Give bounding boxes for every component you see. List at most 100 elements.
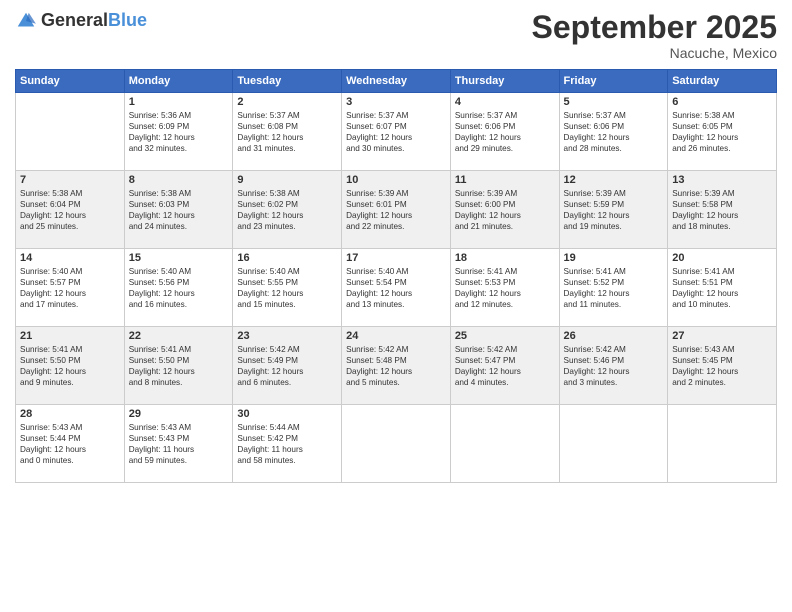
- day-number: 24: [346, 330, 446, 342]
- calendar-cell: 21 Sunrise: 5:41 AM Sunset: 5:50 PM Dayli…: [16, 327, 125, 405]
- header-day: Friday: [559, 70, 668, 93]
- day-info: Sunrise: 5:40 AM Sunset: 5:56 PM Dayligh…: [129, 266, 229, 310]
- calendar-cell: 16 Sunrise: 5:40 AM Sunset: 5:55 PM Dayli…: [233, 249, 342, 327]
- day-number: 18: [455, 252, 555, 264]
- day-info: Sunrise: 5:43 AM Sunset: 5:43 PM Dayligh…: [129, 422, 229, 466]
- header-day: Monday: [124, 70, 233, 93]
- day-info: Sunrise: 5:39 AM Sunset: 6:00 PM Dayligh…: [455, 188, 555, 232]
- day-info: Sunrise: 5:38 AM Sunset: 6:05 PM Dayligh…: [672, 110, 772, 154]
- day-number: 14: [20, 252, 120, 264]
- location: Nacuche, Mexico: [532, 45, 777, 61]
- day-info: Sunrise: 5:39 AM Sunset: 5:58 PM Dayligh…: [672, 188, 772, 232]
- day-number: 1: [129, 96, 229, 108]
- day-info: Sunrise: 5:39 AM Sunset: 6:01 PM Dayligh…: [346, 188, 446, 232]
- day-number: 7: [20, 174, 120, 186]
- day-number: 21: [20, 330, 120, 342]
- calendar-cell: 27 Sunrise: 5:43 AM Sunset: 5:45 PM Dayli…: [668, 327, 777, 405]
- calendar-cell: 25 Sunrise: 5:42 AM Sunset: 5:47 PM Dayli…: [450, 327, 559, 405]
- day-info: Sunrise: 5:38 AM Sunset: 6:04 PM Dayligh…: [20, 188, 120, 232]
- day-number: 15: [129, 252, 229, 264]
- calendar-cell: 12 Sunrise: 5:39 AM Sunset: 5:59 PM Dayli…: [559, 171, 668, 249]
- calendar-cell: 5 Sunrise: 5:37 AM Sunset: 6:06 PM Daylig…: [559, 93, 668, 171]
- calendar-cell: 20 Sunrise: 5:41 AM Sunset: 5:51 PM Dayli…: [668, 249, 777, 327]
- day-info: Sunrise: 5:41 AM Sunset: 5:51 PM Dayligh…: [672, 266, 772, 310]
- day-number: 19: [564, 252, 664, 264]
- header-day: Wednesday: [342, 70, 451, 93]
- day-info: Sunrise: 5:43 AM Sunset: 5:44 PM Dayligh…: [20, 422, 120, 466]
- day-number: 23: [237, 330, 337, 342]
- day-info: Sunrise: 5:42 AM Sunset: 5:47 PM Dayligh…: [455, 344, 555, 388]
- calendar-cell: 19 Sunrise: 5:41 AM Sunset: 5:52 PM Dayli…: [559, 249, 668, 327]
- day-number: 27: [672, 330, 772, 342]
- calendar-cell: 6Sunrise: 5:38 AM Sunset: 6:05 PM Daylig…: [668, 93, 777, 171]
- day-number: 5: [564, 96, 664, 108]
- calendar-cell: 8Sunrise: 5:38 AM Sunset: 6:03 PM Daylig…: [124, 171, 233, 249]
- month-title: September 2025: [532, 10, 777, 45]
- day-info: Sunrise: 5:42 AM Sunset: 5:48 PM Dayligh…: [346, 344, 446, 388]
- calendar-cell: 15 Sunrise: 5:40 AM Sunset: 5:56 PM Dayli…: [124, 249, 233, 327]
- calendar-table: SundayMondayTuesdayWednesdayThursdayFrid…: [15, 69, 777, 483]
- calendar-cell: 2 Sunrise: 5:37 AM Sunset: 6:08 PM Daylig…: [233, 93, 342, 171]
- calendar-cell: [559, 405, 668, 483]
- calendar-cell: 3 Sunrise: 5:37 AM Sunset: 6:07 PM Daylig…: [342, 93, 451, 171]
- logo: GeneralBlue: [15, 10, 147, 32]
- day-number: 9: [237, 174, 337, 186]
- day-info: Sunrise: 5:38 AM Sunset: 6:03 PM Dayligh…: [129, 188, 229, 232]
- calendar-cell: 7 Sunrise: 5:38 AM Sunset: 6:04 PM Daylig…: [16, 171, 125, 249]
- day-info: Sunrise: 5:44 AM Sunset: 5:42 PM Dayligh…: [237, 422, 337, 466]
- day-info: Sunrise: 5:43 AM Sunset: 5:45 PM Dayligh…: [672, 344, 772, 388]
- calendar-header: SundayMondayTuesdayWednesdayThursdayFrid…: [16, 70, 777, 93]
- day-info: Sunrise: 5:41 AM Sunset: 5:52 PM Dayligh…: [564, 266, 664, 310]
- calendar-cell: 10 Sunrise: 5:39 AM Sunset: 6:01 PM Dayli…: [342, 171, 451, 249]
- calendar-cell: 9 Sunrise: 5:38 AM Sunset: 6:02 PM Daylig…: [233, 171, 342, 249]
- day-info: Sunrise: 5:36 AM Sunset: 6:09 PM Dayligh…: [129, 110, 229, 154]
- day-number: 16: [237, 252, 337, 264]
- day-number: 26: [564, 330, 664, 342]
- day-number: 2: [237, 96, 337, 108]
- calendar-row: 14Sunrise: 5:40 AM Sunset: 5:57 PM Dayli…: [16, 249, 777, 327]
- calendar-cell: 11Sunrise: 5:39 AM Sunset: 6:00 PM Dayli…: [450, 171, 559, 249]
- day-info: Sunrise: 5:39 AM Sunset: 5:59 PM Dayligh…: [564, 188, 664, 232]
- calendar-cell: 1 Sunrise: 5:36 AM Sunset: 6:09 PM Daylig…: [124, 93, 233, 171]
- day-info: Sunrise: 5:37 AM Sunset: 6:06 PM Dayligh…: [564, 110, 664, 154]
- header-day: Saturday: [668, 70, 777, 93]
- day-number: 10: [346, 174, 446, 186]
- day-info: Sunrise: 5:37 AM Sunset: 6:08 PM Dayligh…: [237, 110, 337, 154]
- calendar-body: 1 Sunrise: 5:36 AM Sunset: 6:09 PM Daylig…: [16, 93, 777, 483]
- day-info: Sunrise: 5:41 AM Sunset: 5:50 PM Dayligh…: [20, 344, 120, 388]
- day-number: 17: [346, 252, 446, 264]
- calendar-cell: 23 Sunrise: 5:42 AM Sunset: 5:49 PM Dayli…: [233, 327, 342, 405]
- calendar-cell: 30 Sunrise: 5:44 AM Sunset: 5:42 PM Dayli…: [233, 405, 342, 483]
- day-number: 29: [129, 408, 229, 420]
- day-number: 4: [455, 96, 555, 108]
- calendar-cell: 18 Sunrise: 5:41 AM Sunset: 5:53 PM Dayli…: [450, 249, 559, 327]
- day-info: Sunrise: 5:41 AM Sunset: 5:53 PM Dayligh…: [455, 266, 555, 310]
- day-info: Sunrise: 5:40 AM Sunset: 5:55 PM Dayligh…: [237, 266, 337, 310]
- day-info: Sunrise: 5:38 AM Sunset: 6:02 PM Dayligh…: [237, 188, 337, 232]
- day-number: 28: [20, 408, 120, 420]
- day-info: Sunrise: 5:37 AM Sunset: 6:07 PM Dayligh…: [346, 110, 446, 154]
- day-number: 30: [237, 408, 337, 420]
- calendar-cell: 28 Sunrise: 5:43 AM Sunset: 5:44 PM Dayli…: [16, 405, 125, 483]
- day-info: Sunrise: 5:42 AM Sunset: 5:49 PM Dayligh…: [237, 344, 337, 388]
- calendar-cell: 29 Sunrise: 5:43 AM Sunset: 5:43 PM Dayli…: [124, 405, 233, 483]
- calendar-cell: [16, 93, 125, 171]
- calendar-page: GeneralBlue September 2025 Nacuche, Mexi…: [0, 0, 792, 612]
- day-info: Sunrise: 5:37 AM Sunset: 6:06 PM Dayligh…: [455, 110, 555, 154]
- calendar-cell: 26Sunrise: 5:42 AM Sunset: 5:46 PM Dayli…: [559, 327, 668, 405]
- day-info: Sunrise: 5:40 AM Sunset: 5:54 PM Dayligh…: [346, 266, 446, 310]
- calendar-cell: [668, 405, 777, 483]
- header: GeneralBlue September 2025 Nacuche, Mexi…: [15, 10, 777, 61]
- day-number: 3: [346, 96, 446, 108]
- calendar-row: 28 Sunrise: 5:43 AM Sunset: 5:44 PM Dayli…: [16, 405, 777, 483]
- logo-blue: Blue: [108, 11, 147, 31]
- logo-icon: [15, 10, 37, 32]
- day-number: 25: [455, 330, 555, 342]
- day-number: 20: [672, 252, 772, 264]
- calendar-cell: 13Sunrise: 5:39 AM Sunset: 5:58 PM Dayli…: [668, 171, 777, 249]
- title-block: September 2025 Nacuche, Mexico: [532, 10, 777, 61]
- calendar-cell: 22Sunrise: 5:41 AM Sunset: 5:50 PM Dayli…: [124, 327, 233, 405]
- header-day: Tuesday: [233, 70, 342, 93]
- day-number: 12: [564, 174, 664, 186]
- header-day: Sunday: [16, 70, 125, 93]
